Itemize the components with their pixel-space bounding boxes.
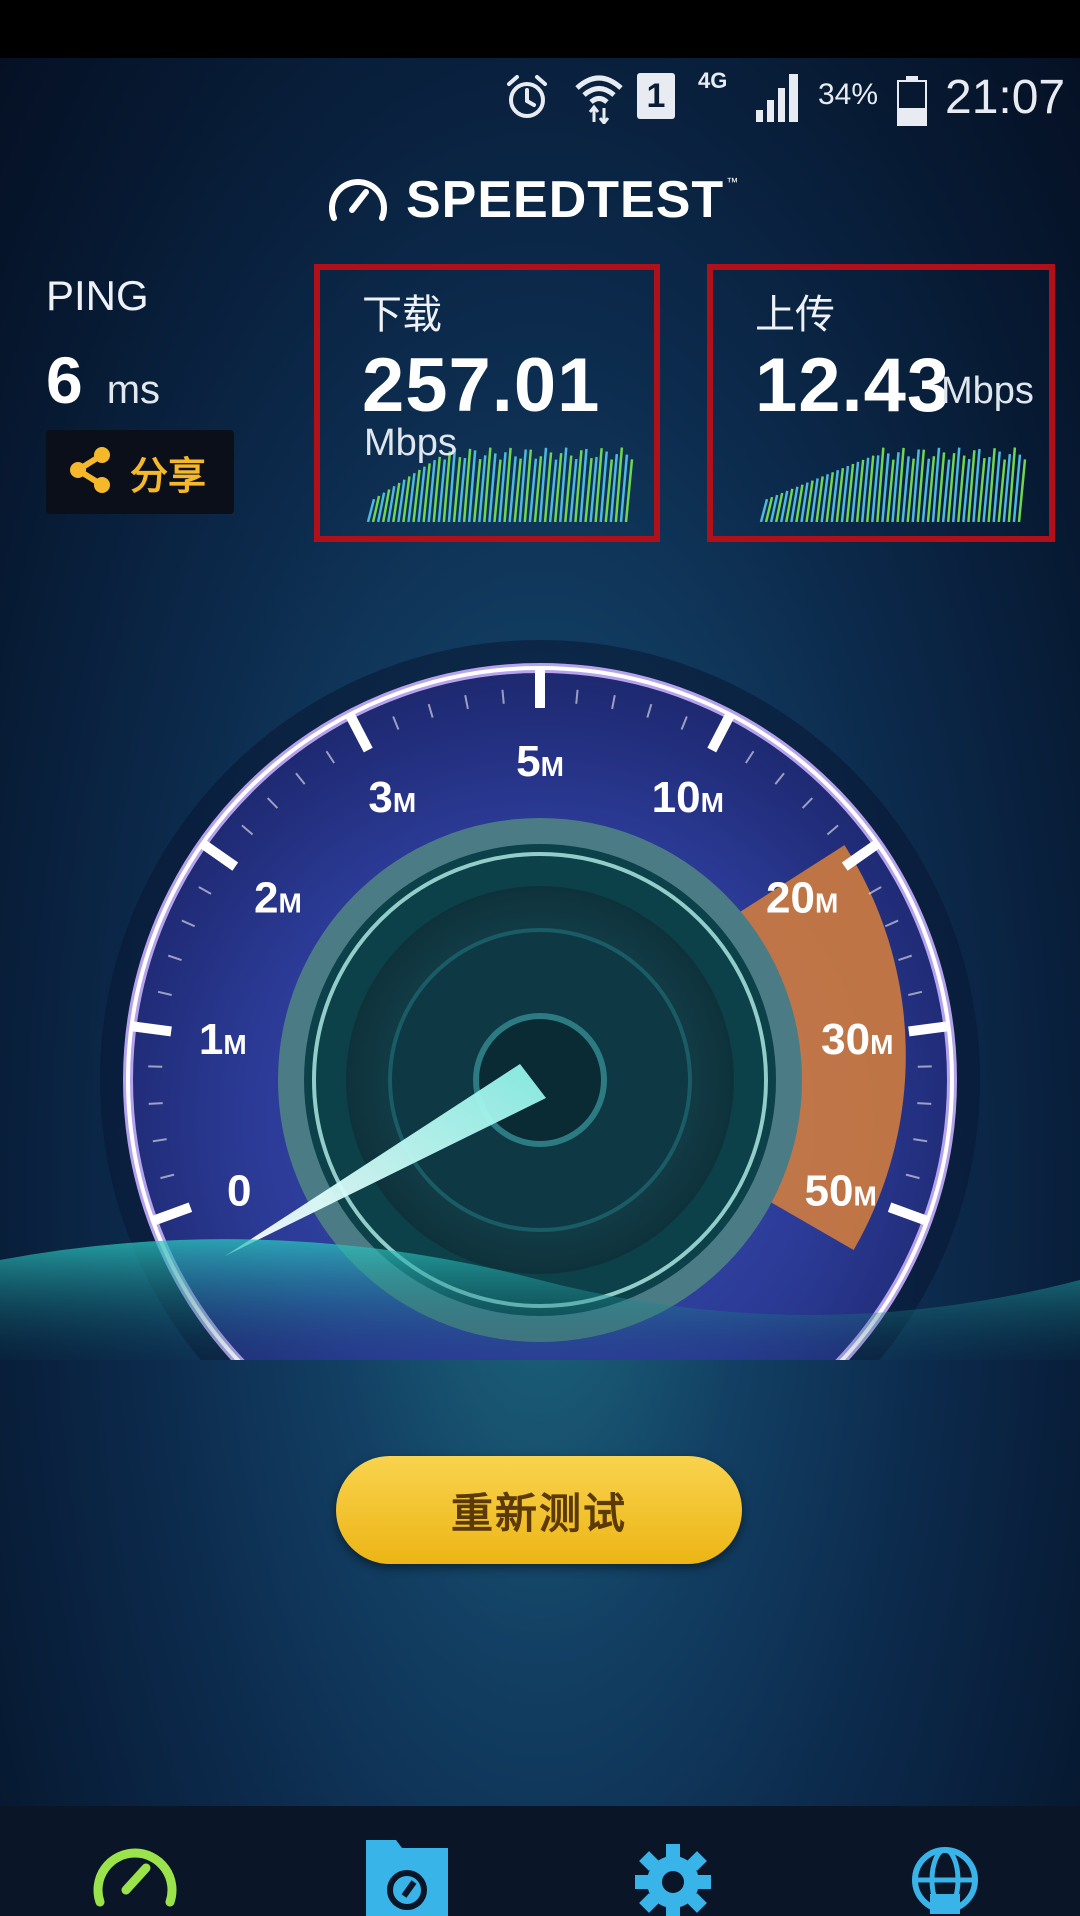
status-bar: 1 4G 34% 21:07 (0, 58, 1080, 140)
battery-icon (896, 76, 928, 131)
download-label: 下载 (362, 293, 442, 337)
gauge-major-tick (908, 1021, 950, 1037)
share-button[interactable]: 分享 (46, 430, 234, 514)
bottom-navigation (0, 1806, 1080, 1916)
ping-value: 6 (46, 343, 83, 417)
wifi-icon (573, 70, 625, 129)
trademark-mark: ™ (726, 175, 739, 189)
sim-slot-indicator: 1 (637, 73, 675, 119)
speedtest-screen: 1 4G 34% 21:07 SPEEDTEST ™ PING 6 ms 分享 … (0, 0, 1080, 1916)
battery-percent: 34% (818, 78, 879, 111)
gauge-minor-tick (501, 689, 505, 704)
gear-icon (628, 1844, 718, 1916)
app-logo: SPEEDTEST ™ (326, 170, 738, 230)
alarm-clock-icon (505, 74, 549, 127)
speedometer-icon (90, 1848, 180, 1916)
nav-settings-tab[interactable] (628, 1832, 718, 1916)
share-icon (66, 445, 114, 500)
ping-unit: ms (106, 368, 161, 412)
share-label: 分享 (130, 455, 207, 498)
download-value: 257.01 (362, 343, 601, 428)
ping-label: PING (46, 272, 149, 319)
clock-time: 21:07 (945, 71, 1066, 124)
gauge-minor-tick (575, 689, 579, 704)
upload-speed-graph (759, 447, 1027, 522)
results-folder-icon (362, 1840, 452, 1916)
globe-lock-icon (900, 1847, 990, 1916)
signal-bars-icon (754, 72, 804, 129)
nav-speed-tab[interactable] (90, 1832, 180, 1916)
speed-gauge: 01M2M3M5M10M20M30M50M (0, 640, 1080, 1360)
network-type: 4G (698, 68, 728, 93)
upload-result: 上传 12.43 Mbps (707, 264, 1055, 542)
retest-button[interactable]: 重新测试 (336, 1456, 742, 1564)
gauge-minor-tick (917, 1102, 932, 1105)
speedometer-icon (326, 168, 390, 233)
retest-label: 重新测试 (450, 1489, 627, 1537)
download-unit: Mbps (364, 422, 457, 464)
gauge-major-tick (130, 1021, 172, 1037)
download-result: 下载 257.01 Mbps (314, 264, 660, 542)
nav-global-tab[interactable] (900, 1832, 990, 1916)
upload-label: 上传 (755, 293, 835, 337)
gauge-scale-label: 0 (227, 1166, 251, 1215)
ping-result: 6 ms (46, 342, 160, 418)
app-title: SPEEDTEST (406, 171, 725, 229)
upload-unit: Mbps (941, 370, 1034, 412)
top-black-bar (0, 0, 1080, 58)
upload-value: 12.43 (755, 343, 951, 428)
nav-results-tab[interactable] (362, 1832, 452, 1916)
gauge-minor-tick (148, 1102, 163, 1105)
